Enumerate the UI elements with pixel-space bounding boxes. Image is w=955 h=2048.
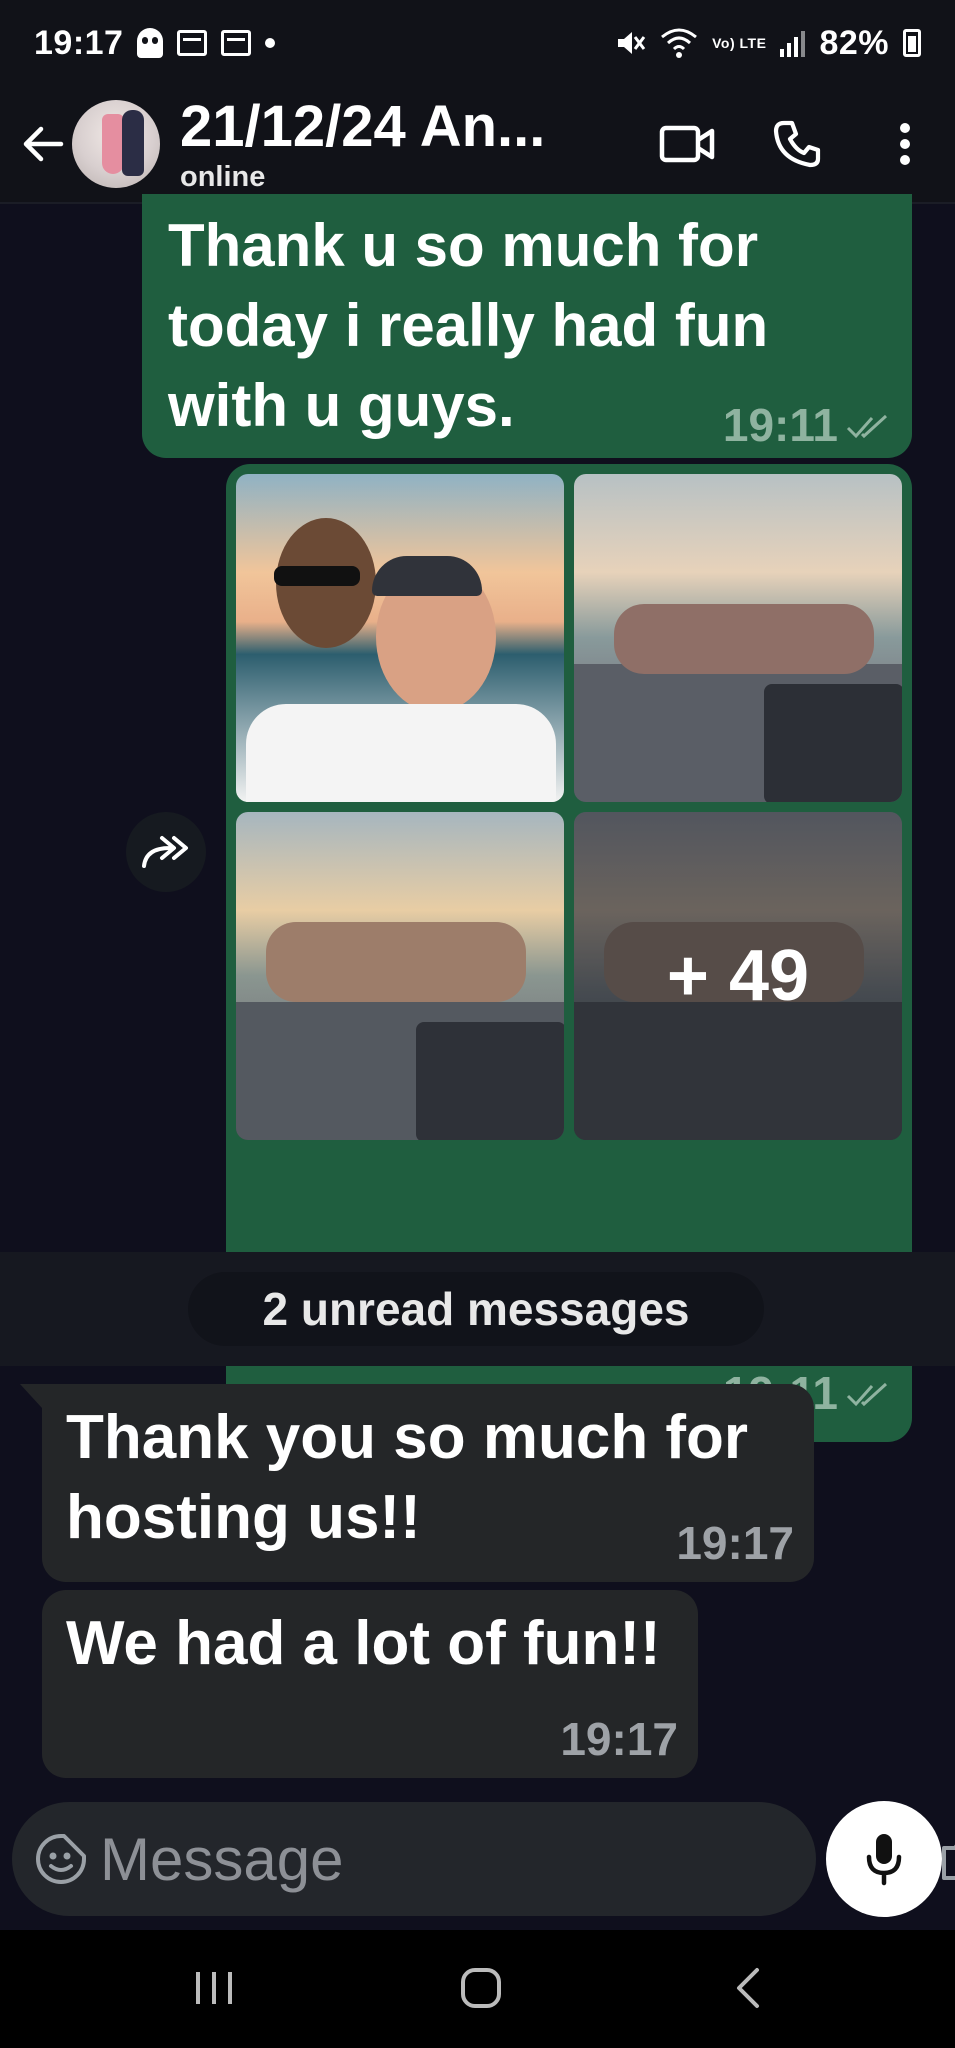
photo-grid: + 49 xyxy=(236,474,902,1140)
unread-count-label: 2 unread messages xyxy=(188,1272,764,1346)
more-vert-icon xyxy=(900,123,910,165)
home-button[interactable] xyxy=(441,1958,521,2018)
signal-icon xyxy=(780,29,806,57)
chat-area[interactable]: Thank u so much for today i really had f… xyxy=(0,194,955,1804)
message-input[interactable] xyxy=(96,1809,876,1909)
contact-name: 21/12/24 An... xyxy=(180,93,546,159)
unread-divider: 2 unread messages xyxy=(0,1252,955,1366)
recents-button[interactable] xyxy=(174,1958,254,2018)
camera-button[interactable] xyxy=(940,1819,955,1899)
message-text: We had a lot of fun!! xyxy=(66,1609,661,1678)
status-bar: 19:17 Vo) LTE 82% xyxy=(0,0,955,86)
voice-call-button[interactable] xyxy=(761,108,833,180)
sticker-emoji-icon xyxy=(36,1834,86,1884)
home-icon xyxy=(461,1968,501,2008)
outgoing-message[interactable]: Thank u so much for today i really had f… xyxy=(142,194,912,458)
message-time: 19:17 xyxy=(676,1517,794,1569)
more-options-button[interactable] xyxy=(869,108,941,180)
message-time: 19:17 xyxy=(560,1713,678,1765)
photo-thumbnail-more[interactable]: + 49 xyxy=(574,812,902,1140)
contact-status: online xyxy=(180,160,266,193)
forward-button[interactable] xyxy=(126,812,206,892)
video-call-icon xyxy=(659,125,715,163)
system-back-button[interactable] xyxy=(708,1958,788,2018)
system-navigation-bar xyxy=(0,1930,955,2048)
video-call-button[interactable] xyxy=(651,108,723,180)
more-photos-count: + 49 xyxy=(574,812,902,1140)
microphone-icon xyxy=(866,1834,902,1886)
snapchat-notification-icon xyxy=(137,28,164,58)
emoji-sticker-button[interactable] xyxy=(34,1819,88,1899)
camera-icon xyxy=(942,1844,955,1880)
read-ticks-icon xyxy=(846,1382,888,1407)
battery-icon xyxy=(903,29,921,57)
system-back-icon xyxy=(737,1968,759,2008)
read-ticks-icon xyxy=(846,414,888,439)
wifi-icon xyxy=(661,28,698,58)
status-time: 19:17 xyxy=(34,23,124,62)
incoming-message[interactable]: Thank you so much for hosting us!! 19:17 xyxy=(20,1384,814,1582)
photo-thumbnail[interactable] xyxy=(574,474,902,802)
avatar[interactable] xyxy=(72,100,160,188)
battery-percent: 82% xyxy=(819,23,889,62)
phone-icon xyxy=(773,120,821,168)
message-time: 19:11 xyxy=(722,399,838,451)
more-notifications-dot-icon xyxy=(265,38,276,48)
calendar-notification-icon-2 xyxy=(221,30,252,56)
chat-header: 21/12/24 An... online xyxy=(0,86,955,204)
photo-thumbnail[interactable] xyxy=(236,812,564,1140)
photo-thumbnail[interactable] xyxy=(236,474,564,802)
forward-icon xyxy=(142,836,188,868)
mute-icon xyxy=(618,32,646,54)
back-arrow-icon xyxy=(23,126,64,162)
volte-label: Vo) LTE xyxy=(712,34,767,51)
contact-info[interactable]: 21/12/24 An... online xyxy=(180,93,651,194)
incoming-message[interactable]: We had a lot of fun!! 19:17 xyxy=(42,1590,698,1778)
message-composer xyxy=(12,1802,955,1916)
calendar-notification-icon xyxy=(177,30,208,56)
voice-message-button[interactable] xyxy=(826,1801,942,1917)
recents-icon xyxy=(196,1972,232,2004)
back-button[interactable] xyxy=(18,119,68,169)
